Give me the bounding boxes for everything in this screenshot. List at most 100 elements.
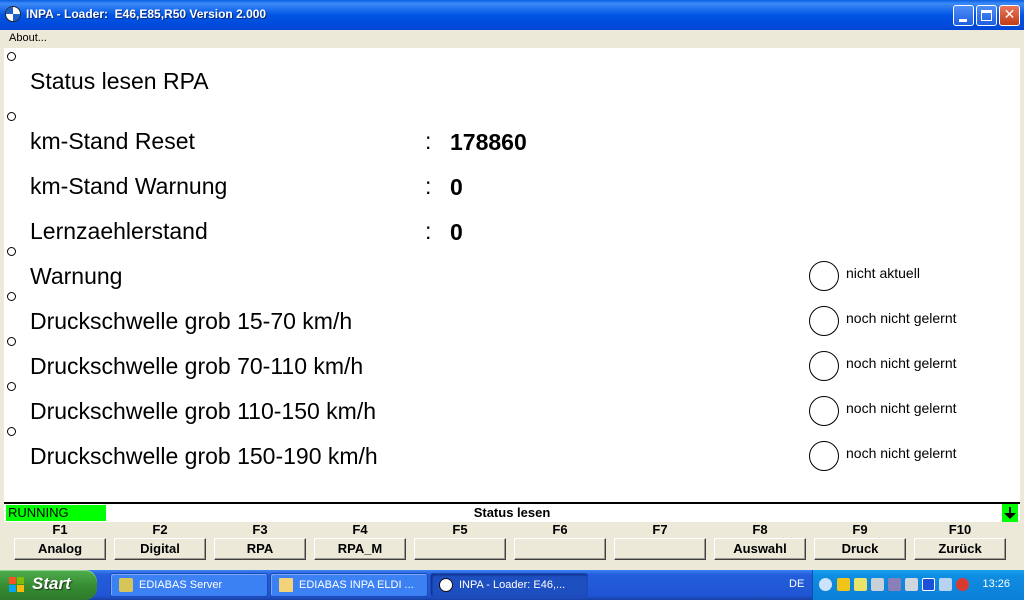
taskbar-item-inpa-loader[interactable]: INPA - Loader: E46,... bbox=[430, 573, 588, 597]
indicator-label-110-150: Druckschwelle grob 110-150 km/h bbox=[30, 398, 377, 424]
value-separator: : bbox=[425, 128, 432, 154]
f3-rpa-button[interactable]: RPA bbox=[214, 538, 306, 560]
f9-druck-button[interactable]: Druck bbox=[814, 538, 906, 560]
value-label-lernzaehler: Lernzaehlerstand bbox=[30, 218, 208, 244]
value-km-warnung: 0 bbox=[450, 174, 463, 200]
start-button[interactable]: Start bbox=[0, 570, 97, 600]
language-indicator[interactable]: DE bbox=[789, 578, 804, 590]
windows-logo-icon bbox=[9, 577, 25, 593]
section-marker-icon bbox=[7, 337, 16, 346]
fkey-f5: F5 bbox=[414, 522, 506, 562]
fkey-f2: F2 Digital bbox=[114, 522, 206, 562]
fkey-f10: F10 Zurück bbox=[914, 522, 1006, 562]
f7-button[interactable] bbox=[614, 538, 706, 560]
fkey-name: F1 bbox=[52, 522, 68, 537]
start-label: Start bbox=[32, 574, 71, 593]
f2-digital-button[interactable]: Digital bbox=[114, 538, 206, 560]
f6-button[interactable] bbox=[514, 538, 606, 560]
minimize-button[interactable] bbox=[953, 5, 974, 26]
indicator-label-15-70: Druckschwelle grob 15-70 km/h bbox=[30, 308, 353, 334]
taskbar-item-ediabas-folder[interactable]: EDIABAS INPA ELDI ... bbox=[270, 573, 428, 597]
menu-bar: About... bbox=[0, 30, 1024, 48]
fkey-name: F4 bbox=[352, 522, 368, 537]
indicator-label-150-190: Druckschwelle grob 150-190 km/h bbox=[30, 443, 378, 469]
device-icon[interactable] bbox=[888, 578, 901, 591]
value-km-reset: 178860 bbox=[450, 129, 527, 155]
menu-about[interactable]: About... bbox=[9, 32, 47, 44]
f8-auswahl-button[interactable]: Auswahl bbox=[714, 538, 806, 560]
bmw-app-icon[interactable] bbox=[5, 6, 21, 22]
maximize-button[interactable] bbox=[976, 5, 997, 26]
fkey-f3: F3 RPA bbox=[214, 522, 306, 562]
fkey-name: F9 bbox=[852, 522, 868, 537]
section-marker-icon bbox=[7, 112, 16, 121]
section-marker-icon bbox=[7, 427, 16, 436]
shield-icon[interactable] bbox=[854, 578, 867, 591]
title-bar[interactable]: INPA - Loader: E46,E85,R50 Version 2.000… bbox=[0, 0, 1024, 30]
status-led-icon bbox=[809, 441, 839, 471]
fkey-name: F6 bbox=[552, 522, 568, 537]
fkey-f7: F7 bbox=[614, 522, 706, 562]
f4-rpa-m-button[interactable]: RPA_M bbox=[314, 538, 406, 560]
fkey-name: F2 bbox=[152, 522, 168, 537]
display-icon[interactable] bbox=[939, 578, 952, 591]
section-marker-icon bbox=[7, 247, 16, 256]
section-marker-icon bbox=[7, 292, 16, 301]
value-label-km-reset: km-Stand Reset bbox=[30, 128, 195, 154]
function-key-bar: F1 Analog F2 Digital F3 RPA F4 RPA_M F5 F6 F… bbox=[4, 522, 1020, 566]
server-icon bbox=[119, 578, 133, 592]
bluetooth-icon[interactable] bbox=[922, 578, 935, 591]
status-led-icon bbox=[809, 351, 839, 381]
status-led-icon bbox=[809, 261, 839, 291]
value-separator: : bbox=[425, 173, 432, 199]
f1-analog-button[interactable]: Analog bbox=[14, 538, 106, 560]
f10-zurueck-button[interactable]: Zurück bbox=[914, 538, 1006, 560]
status-led-icon bbox=[809, 306, 839, 336]
fkey-name: F10 bbox=[948, 522, 972, 537]
system-tray: 13:26 bbox=[812, 570, 1024, 600]
task-label: EDIABAS INPA ELDI ... bbox=[299, 579, 414, 591]
taskbar: Start EDIABAS Server EDIABAS INPA ELDI .… bbox=[0, 570, 1024, 600]
fkey-f8: F8 Auswahl bbox=[714, 522, 806, 562]
status-line: RUNNING Status lesen bbox=[4, 502, 1020, 522]
section-marker-icon bbox=[7, 52, 16, 61]
bmw-icon bbox=[439, 578, 453, 592]
value-lernzaehler: 0 bbox=[450, 219, 463, 245]
indicator-state: noch nicht gelernt bbox=[846, 445, 957, 461]
value-label-km-warnung: km-Stand Warnung bbox=[30, 173, 228, 199]
chevron-left-icon[interactable] bbox=[819, 578, 832, 591]
task-label: INPA - Loader: E46,... bbox=[459, 579, 566, 591]
value-separator: : bbox=[425, 218, 432, 244]
fkey-f9: F9 Druck bbox=[814, 522, 906, 562]
indicator-state: noch nicht gelernt bbox=[846, 310, 957, 326]
f5-button[interactable] bbox=[414, 538, 506, 560]
status-led-icon bbox=[809, 396, 839, 426]
antivirus-icon[interactable] bbox=[956, 578, 969, 591]
close-icon: ✕ bbox=[1003, 7, 1016, 23]
warning-icon[interactable] bbox=[837, 578, 850, 591]
indicator-state: noch nicht gelernt bbox=[846, 400, 957, 416]
network-icon[interactable] bbox=[871, 578, 884, 591]
indicator-label-warnung: Warnung bbox=[30, 263, 123, 289]
fkey-name: F3 bbox=[252, 522, 268, 537]
task-label: EDIABAS Server bbox=[139, 579, 223, 591]
page-title: Status lesen RPA bbox=[30, 68, 209, 94]
fkey-f6: F6 bbox=[514, 522, 606, 562]
down-arrow-icon bbox=[1002, 504, 1018, 522]
current-job-label: Status lesen bbox=[473, 505, 551, 520]
folder-icon bbox=[279, 578, 293, 592]
status-panel: Status lesen RPA km-Stand Reset : 178860… bbox=[4, 48, 1020, 502]
indicator-state: nicht aktuell bbox=[846, 265, 920, 281]
volume-icon[interactable] bbox=[905, 578, 918, 591]
maximize-icon bbox=[981, 10, 992, 21]
clock[interactable]: 13:26 bbox=[982, 578, 1010, 590]
section-marker-icon bbox=[7, 382, 16, 391]
taskbar-item-ediabas-server[interactable]: EDIABAS Server bbox=[110, 573, 268, 597]
fkey-name: F5 bbox=[452, 522, 468, 537]
window-title: INPA - Loader: E46,E85,R50 Version 2.000 bbox=[26, 7, 267, 21]
fkey-f1: F1 Analog bbox=[14, 522, 106, 562]
close-button[interactable]: ✕ bbox=[999, 5, 1020, 26]
indicator-state: noch nicht gelernt bbox=[846, 355, 957, 371]
minimize-icon bbox=[959, 19, 967, 22]
fkey-name: F8 bbox=[752, 522, 768, 537]
